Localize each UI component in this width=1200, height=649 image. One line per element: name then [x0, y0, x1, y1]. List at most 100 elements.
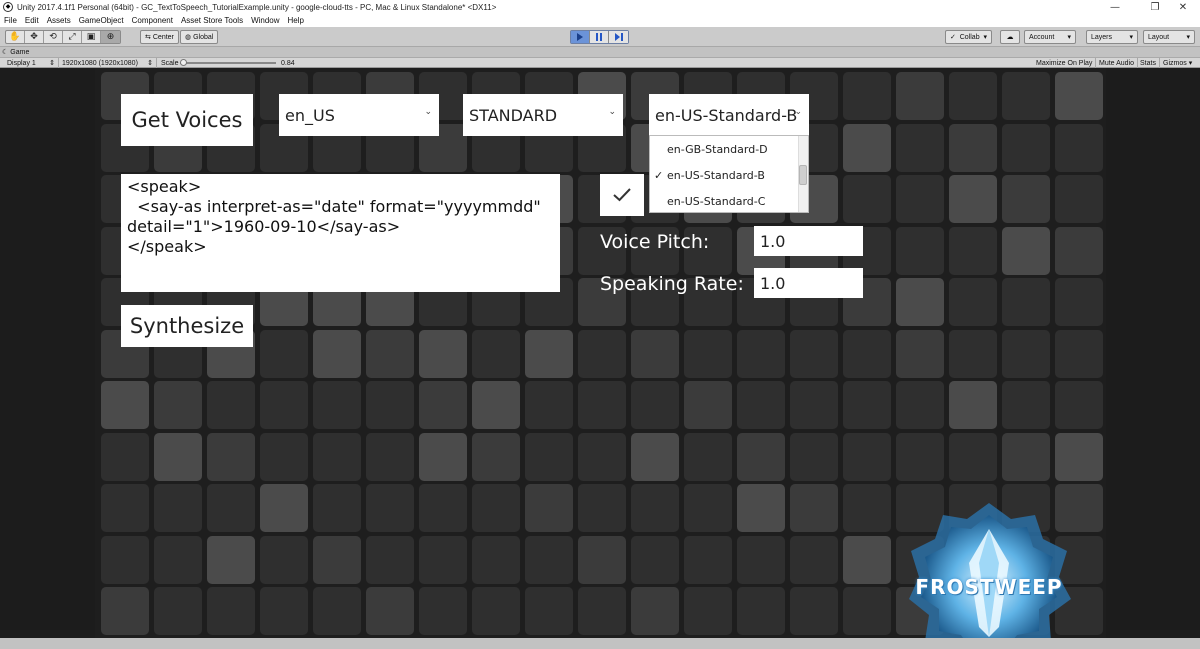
scale-slider-knob[interactable]	[180, 59, 187, 66]
hand-tool-icon[interactable]: ✋	[6, 31, 25, 43]
background-tile	[737, 535, 785, 584]
voice-type-dropdown[interactable]: STANDARD ⌄	[463, 94, 623, 136]
background-tile	[366, 587, 414, 635]
background-tile	[949, 432, 997, 481]
menu-gameobject[interactable]: GameObject	[79, 16, 124, 25]
background-tile	[260, 432, 308, 481]
unity-logo-icon: ◆	[3, 2, 13, 12]
background-tile	[1002, 226, 1050, 275]
background-tile	[366, 329, 414, 378]
scale-tool-icon[interactable]: ⤢	[63, 31, 82, 43]
game-view: Get Voices en_US ⌄ STANDARD ⌄ en-US-Stan…	[0, 68, 1200, 649]
background-tile	[260, 484, 308, 532]
voice-type-dropdown-value: STANDARD	[469, 105, 558, 125]
background-tile	[684, 432, 732, 481]
background-tile	[525, 587, 573, 635]
frostweep-logo: FROSTWEEP	[903, 499, 1075, 649]
account-button[interactable]: Account ▾	[1024, 30, 1076, 44]
step-icon	[614, 33, 623, 41]
background-tile	[419, 381, 467, 429]
voice-option-0[interactable]: en-GB-Standard-D	[650, 136, 798, 162]
background-tile	[631, 381, 679, 429]
layout-button[interactable]: Layout ▾	[1143, 30, 1195, 44]
play-button[interactable]	[571, 31, 590, 43]
voice-option-2[interactable]: en-US-Standard-C	[650, 188, 798, 214]
background-tile	[843, 432, 891, 481]
voice-pitch-input[interactable]: 1.0	[754, 226, 863, 256]
background-tile	[684, 329, 732, 378]
chevron-down-icon: ⇕	[49, 60, 55, 67]
voice-dropdown[interactable]: en-US-Standard-B ⌄	[649, 94, 809, 136]
game-tab[interactable]: ☾ Game	[2, 47, 29, 57]
menu-help[interactable]: Help	[288, 16, 304, 25]
background-tile	[896, 72, 944, 120]
minimize-button[interactable]: —	[1098, 0, 1132, 14]
mute-audio-toggle[interactable]: Mute Audio	[1096, 58, 1139, 68]
maximize-on-play-toggle[interactable]: Maximize On Play	[1033, 58, 1097, 68]
background-tile	[260, 535, 308, 584]
scrollbar-thumb[interactable]	[799, 165, 807, 185]
gizmos-toggle[interactable]: Gizmos ▾	[1160, 58, 1195, 68]
window-title: Unity 2017.4.1f1 Personal (64bit) - GC_T…	[17, 2, 497, 12]
logo-text: FROSTWEEP	[915, 575, 1063, 599]
menu-edit[interactable]: Edit	[25, 16, 39, 25]
background-tile	[1002, 329, 1050, 378]
step-button[interactable]	[609, 31, 628, 43]
background-tile	[313, 587, 361, 635]
ssml-text-input[interactable]: <speak> <say-as interpret-as="date" form…	[121, 174, 560, 292]
background-tile	[101, 381, 149, 429]
rotate-tool-icon[interactable]: ⟲	[44, 31, 63, 43]
cloud-button[interactable]: ☁	[1000, 30, 1020, 44]
voice-option-1[interactable]: ✓ en-US-Standard-B	[650, 162, 798, 188]
background-tile	[949, 175, 997, 223]
background-tile	[631, 587, 679, 635]
get-voices-button[interactable]: Get Voices	[121, 94, 253, 146]
collab-button[interactable]: ✓ Collab ▾	[945, 30, 992, 44]
menu-asset-store-tools[interactable]: Asset Store Tools	[181, 16, 243, 25]
voice-dropdown-scrollbar[interactable]	[798, 136, 808, 212]
close-button[interactable]: ✕	[1166, 0, 1200, 14]
rect-tool-icon[interactable]: ▣	[82, 31, 101, 43]
transform-tool-icon[interactable]: ⊕	[101, 31, 120, 43]
ssml-toggle-button[interactable]	[600, 174, 644, 216]
stats-toggle[interactable]: Stats	[1137, 58, 1160, 68]
background-tile	[578, 329, 626, 378]
language-dropdown[interactable]: en_US ⌄	[279, 94, 439, 136]
background-tile	[949, 381, 997, 429]
background-tile	[843, 381, 891, 429]
background-tile	[578, 432, 626, 481]
check-icon: ✓	[654, 168, 664, 182]
background-tile	[207, 484, 255, 532]
layers-label: Layers	[1091, 33, 1113, 41]
synthesize-button[interactable]: Synthesize	[121, 305, 253, 347]
background-tile	[525, 484, 573, 532]
resolution-select[interactable]: 1920x1080 (1920x1080) ⇕	[59, 58, 157, 68]
menu-window[interactable]: Window	[251, 16, 279, 25]
layers-button[interactable]: Layers ▾	[1086, 30, 1138, 44]
pivot-center-button[interactable]: ⇆ Center	[140, 30, 179, 44]
speaking-rate-input[interactable]: 1.0	[754, 268, 863, 298]
play-controls	[570, 30, 629, 44]
background-tile	[366, 484, 414, 532]
menu-component[interactable]: Component	[132, 16, 173, 25]
background-tile	[896, 175, 944, 223]
background-tile	[472, 484, 520, 532]
game-controller-icon: ☾	[2, 49, 9, 56]
move-tool-icon[interactable]: ✥	[25, 31, 44, 43]
menu-assets[interactable]: Assets	[47, 16, 71, 25]
pause-button[interactable]	[590, 31, 609, 43]
space-label: Global	[193, 33, 214, 41]
game-tab-label: Game	[10, 48, 30, 56]
background-tile	[154, 535, 202, 584]
main-toolbar: ✋ ✥ ⟲ ⤢ ▣ ⊕ ⇆ Center ◍ Global ✓ Collab ▾…	[0, 27, 1200, 47]
scale-slider-track[interactable]	[180, 62, 276, 64]
display-select[interactable]: Display 1 ⇕	[4, 58, 59, 68]
background-tile	[154, 587, 202, 635]
pivot-global-button[interactable]: ◍ Global	[180, 30, 219, 44]
background-tile	[896, 278, 944, 326]
background-tile	[207, 535, 255, 584]
background-tile	[366, 535, 414, 584]
menu-file[interactable]: File	[4, 16, 17, 25]
background-tile	[790, 329, 838, 378]
background-tile	[790, 484, 838, 532]
